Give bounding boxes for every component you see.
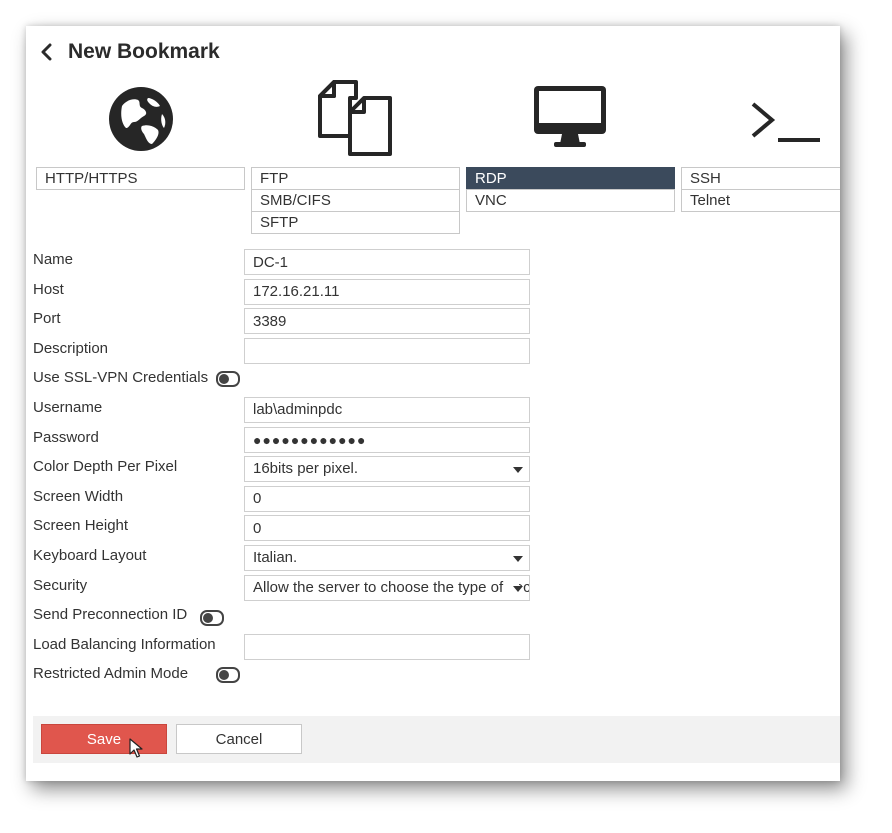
type-column-file: FTP SMB/CIFS SFTP <box>251 167 460 234</box>
footer-bar: Save Cancel <box>33 716 840 763</box>
host-input[interactable] <box>244 278 530 305</box>
type-http-https[interactable]: HTTP/HTTPS <box>36 167 245 190</box>
color-depth-label: Color Depth Per Pixel <box>33 458 178 476</box>
keyboard-layout-label: Keyboard Layout <box>33 546 147 564</box>
description-input[interactable] <box>244 337 530 364</box>
new-bookmark-panel: New Bookmark HTTP/HTTPS FTP SMB/CIFS SFT… <box>26 26 840 781</box>
monitor-icon[interactable] <box>532 84 608 155</box>
type-column-desktop: RDP VNC <box>466 167 675 212</box>
type-rdp[interactable]: RDP <box>466 167 675 190</box>
use-ssl-vpn-label: Use SSL-VPN Credentials <box>33 369 209 387</box>
toggle-knob <box>219 374 229 385</box>
load-balancing-label: Load Balancing Information <box>33 635 216 653</box>
restricted-admin-toggle[interactable] <box>216 667 240 684</box>
password-input[interactable]: ●●●●●●●●●●●● <box>244 426 530 453</box>
host-label: Host <box>33 280 64 298</box>
globe-icon[interactable] <box>108 86 174 157</box>
caret-down-icon <box>513 555 523 562</box>
screen-height-label: Screen Height <box>33 517 129 535</box>
name-label: Name <box>33 251 74 268</box>
color-depth-value: 16bits per pixel. <box>253 460 359 478</box>
back-chevron-icon[interactable] <box>40 42 56 62</box>
password-label: Password <box>33 428 99 446</box>
description-label: Description <box>33 339 109 357</box>
screen-width-label: Screen Width <box>33 487 124 505</box>
use-ssl-vpn-toggle[interactable] <box>216 371 240 388</box>
name-input[interactable] <box>244 249 530 275</box>
page-title: New Bookmark <box>68 40 220 63</box>
type-telnet[interactable]: Telnet <box>681 189 840 212</box>
send-preconnection-id-label: Send Preconnection ID <box>33 606 188 624</box>
caret-down-icon <box>513 467 523 474</box>
restricted-admin-label: Restricted Admin Mode <box>33 665 189 683</box>
screen-height-input[interactable] <box>244 515 530 542</box>
cancel-button[interactable]: Cancel <box>176 724 302 754</box>
send-preconnection-id-toggle[interactable] <box>200 610 224 627</box>
terminal-icon[interactable] <box>750 100 822 149</box>
color-depth-select[interactable]: 16bits per pixel. <box>244 456 530 483</box>
type-ftp[interactable]: FTP <box>251 167 460 190</box>
port-label: Port <box>33 310 61 328</box>
type-vnc[interactable]: VNC <box>466 189 675 212</box>
keyboard-layout-value: Italian. <box>253 548 298 566</box>
username-input[interactable] <box>244 396 530 423</box>
type-sftp[interactable]: SFTP <box>251 211 460 234</box>
type-column-http: HTTP/HTTPS <box>36 167 245 190</box>
port-input[interactable] <box>244 308 530 335</box>
security-value: Allow the server to choose the type of s… <box>253 578 530 596</box>
security-label: Security <box>33 576 88 594</box>
type-column-terminal: SSH Telnet <box>681 167 840 212</box>
save-button[interactable]: Save <box>41 724 167 754</box>
username-label: Username <box>33 398 103 416</box>
toggle-knob <box>203 613 213 624</box>
screen-width-input[interactable] <box>244 485 530 512</box>
type-ssh[interactable]: SSH <box>681 167 840 190</box>
caret-down-icon <box>513 585 523 592</box>
copy-documents-icon[interactable] <box>318 80 394 161</box>
load-balancing-input[interactable] <box>244 633 530 660</box>
header: New Bookmark <box>40 38 220 66</box>
toggle-knob <box>219 670 229 681</box>
keyboard-layout-select[interactable]: Italian. <box>244 544 530 571</box>
security-select[interactable]: Allow the server to choose the type of s… <box>244 574 530 601</box>
type-smb-cifs[interactable]: SMB/CIFS <box>251 189 460 212</box>
